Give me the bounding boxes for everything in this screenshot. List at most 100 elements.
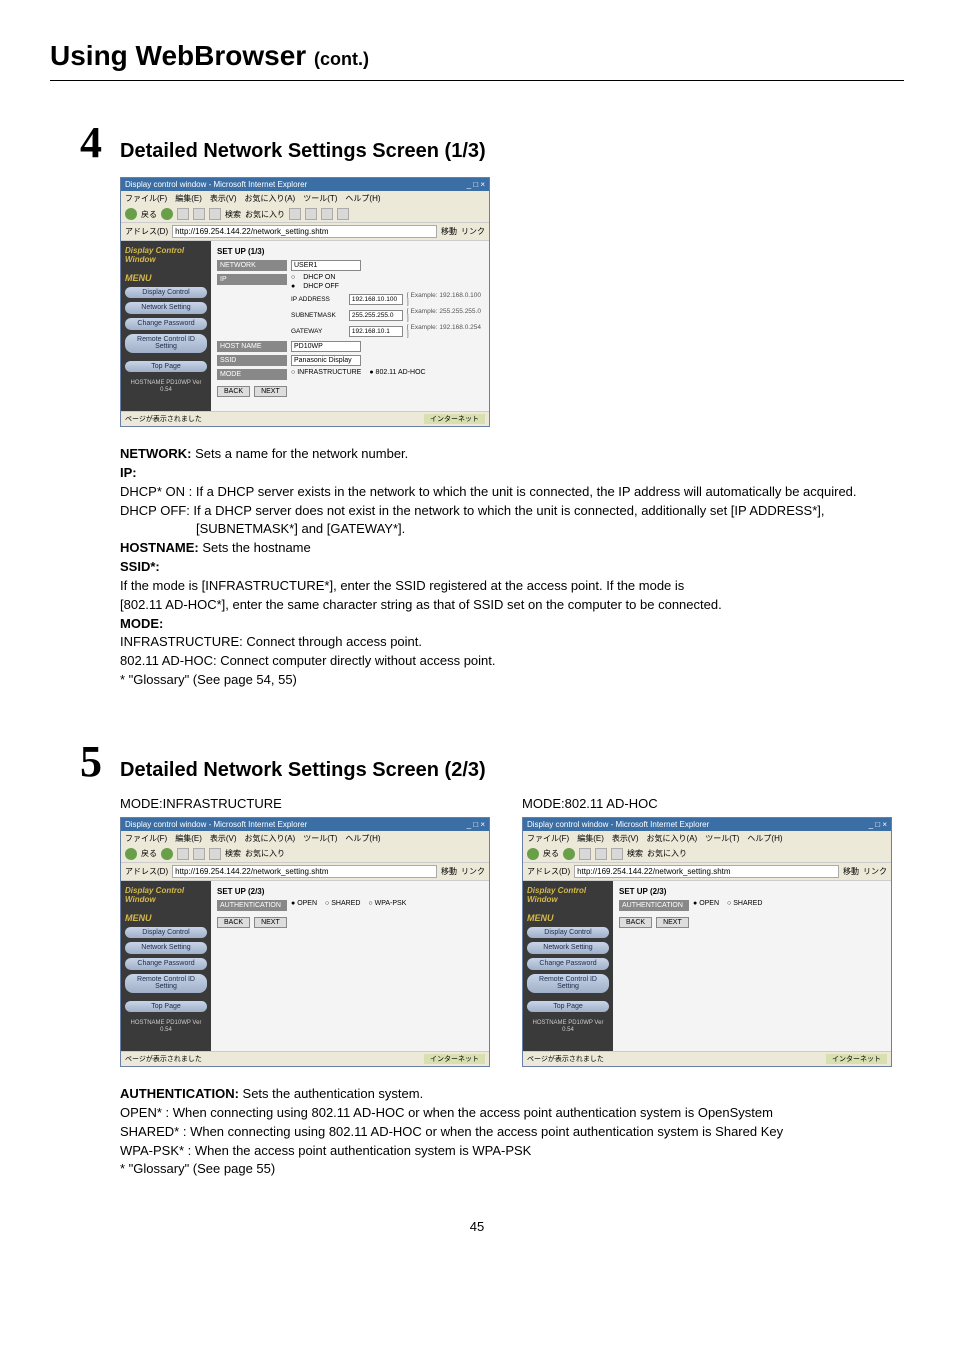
address-input[interactable]: http://169.254.144.22/network_setting.sh… (172, 865, 437, 878)
toolbar-search[interactable]: 検索 (627, 848, 643, 859)
sidebar-item-network[interactable]: Network Setting (125, 302, 207, 314)
auth-open-radio[interactable]: ● OPEN (291, 900, 317, 907)
auth-wpa-label: WPA-PSK (375, 900, 407, 907)
auth-label: AUTHENTICATION (217, 900, 287, 911)
ssid-input[interactable]: Panasonic Display (291, 355, 361, 366)
auth-open-label: OPEN (699, 900, 719, 907)
toolbar-fav[interactable]: お気に入り (647, 848, 687, 859)
go-button[interactable]: 移動 (441, 866, 457, 877)
ie-toolbar-infra: 戻る 検索お気に入り (121, 846, 489, 863)
toolbar-back[interactable]: 戻る (141, 209, 157, 220)
dhcp-off-row[interactable]: ● DHCP OFF (291, 283, 483, 290)
back-button[interactable]: BACK (217, 386, 250, 397)
row-network: NETWORK USER1 (217, 260, 483, 271)
ie-window-infra: Display control window - Microsoft Inter… (120, 817, 490, 1067)
stop-icon[interactable] (579, 848, 591, 860)
auth-open-radio[interactable]: ● OPEN (693, 900, 719, 907)
sidebar-item-top[interactable]: Top Page (125, 361, 207, 372)
ie-menubar[interactable]: ファイル(F) 編集(E) 表示(V) お気に入り(A) ツール(T) ヘルプ(… (121, 191, 489, 206)
mode-options: ○ INFRASTRUCTURE ● 802.11 AD-HOC (291, 369, 426, 376)
history-icon[interactable] (305, 208, 317, 220)
forward-icon[interactable] (161, 208, 173, 220)
network-body: Sets a name for the network number. (192, 446, 409, 461)
sidebar-item-top[interactable]: Top Page (527, 1001, 609, 1012)
sidebar-item-display[interactable]: Display Control (125, 287, 207, 299)
home-icon[interactable] (209, 848, 221, 860)
forward-icon[interactable] (563, 848, 575, 860)
dhcp-on-label: DHCP ON (303, 274, 335, 281)
back-button[interactable]: BACK (217, 917, 250, 928)
next-button[interactable]: NEXT (656, 917, 689, 928)
go-button[interactable]: 移動 (843, 866, 859, 877)
address-input[interactable]: http://169.254.144.22/network_setting.sh… (172, 225, 437, 238)
address-input[interactable]: http://169.254.144.22/network_setting.sh… (574, 865, 839, 878)
window-title-infra: Display control window - Microsoft Inter… (125, 820, 307, 829)
row-mode: MODE ○ INFRASTRUCTURE ● 802.11 AD-HOC (217, 369, 483, 380)
mode-term: MODE: (120, 616, 163, 631)
step5-number: 5 (80, 740, 102, 784)
sidebar-item-remote[interactable]: Remote Control ID Setting (125, 334, 207, 353)
subnet-input[interactable]: 255.255.255.0 (349, 310, 403, 321)
dhcp-on-row[interactable]: ○ DHCP ON (291, 274, 483, 281)
refresh-icon[interactable] (193, 848, 205, 860)
mail-icon[interactable] (321, 208, 333, 220)
gateway-row: GATEWAY192.168.10.1[ Example: 192.168.0.… (291, 324, 483, 338)
sidebar-item-remote[interactable]: Remote Control ID Setting (527, 974, 609, 993)
auth-shared-radio[interactable]: ○ SHARED (727, 900, 762, 907)
back-icon[interactable] (125, 208, 137, 220)
ipaddress-row: IP ADDRESS192.168.10.100[ Example: 192.1… (291, 292, 483, 306)
gateway-input[interactable]: 192.168.10.1 (349, 326, 403, 337)
ipaddress-input[interactable]: 192.168.10.100 (349, 294, 403, 305)
back-button[interactable]: BACK (619, 917, 652, 928)
next-button[interactable]: NEXT (254, 917, 287, 928)
home-icon[interactable] (611, 848, 623, 860)
home-icon[interactable] (209, 208, 221, 220)
sidebar-item-network[interactable]: Network Setting (125, 942, 207, 954)
sidebar-item-remote[interactable]: Remote Control ID Setting (125, 974, 207, 993)
sidebar-item-top[interactable]: Top Page (125, 1001, 207, 1012)
toolbar-back[interactable]: 戻る (543, 848, 559, 859)
auth-shared-radio[interactable]: ○ SHARED (325, 900, 360, 907)
stop-icon[interactable] (177, 848, 189, 860)
sidebar-item-password[interactable]: Change Password (125, 318, 207, 330)
auth-wpa-radio[interactable]: ○ WPA-PSK (368, 900, 406, 907)
sidebar-item-display[interactable]: Display Control (527, 927, 609, 939)
adhoc-label: MODE:802.11 AD-HOC (522, 796, 904, 811)
status-zone: インターネット (826, 1054, 887, 1064)
ie-content: Display Control Window MENU Display Cont… (121, 241, 489, 411)
sidebar-item-password[interactable]: Change Password (527, 958, 609, 970)
network-input[interactable]: USER1 (291, 260, 361, 271)
toolbar-fav[interactable]: お気に入り (245, 848, 285, 859)
forward-icon[interactable] (161, 848, 173, 860)
hostname-input[interactable]: PD10WP (291, 341, 361, 352)
ssid-body1: If the mode is [INFRASTRUCTURE*], enter … (120, 577, 874, 596)
sidebar-item-display[interactable]: Display Control (125, 927, 207, 939)
sidebar-item-network[interactable]: Network Setting (527, 942, 609, 954)
refresh-icon[interactable] (193, 208, 205, 220)
go-button[interactable]: 移動 (441, 226, 457, 237)
title-main: Using WebBrowser (50, 40, 306, 71)
ie-menubar-infra[interactable]: ファイル(F) 編集(E) 表示(V) お気に入り(A) ツール(T) ヘルプ(… (121, 831, 489, 846)
row-hostname: HOST NAME PD10WP (217, 341, 483, 352)
ssid-term: SSID*: (120, 559, 160, 574)
toolbar-search[interactable]: 検索 (225, 209, 241, 220)
print-icon[interactable] (337, 208, 349, 220)
back-icon[interactable] (527, 848, 539, 860)
stop-icon[interactable] (177, 208, 189, 220)
ip-term: IP: (120, 465, 137, 480)
toolbar-fav[interactable]: お気に入り (245, 209, 285, 220)
toolbar-search[interactable]: 検索 (225, 848, 241, 859)
ie-window-step4: Display control window - Microsoft Inter… (120, 177, 490, 427)
step5-screenshots: MODE:INFRASTRUCTURE Display control wind… (120, 796, 904, 1067)
sidebar-item-password[interactable]: Change Password (125, 958, 207, 970)
refresh-icon[interactable] (595, 848, 607, 860)
ipaddress-label: IP ADDRESS (291, 296, 345, 303)
step4-description: NETWORK: Sets a name for the network num… (120, 445, 874, 690)
next-button[interactable]: NEXT (254, 386, 287, 397)
media-icon[interactable] (289, 208, 301, 220)
mode-infra-radio[interactable]: ○ INFRASTRUCTURE (291, 369, 361, 376)
toolbar-back[interactable]: 戻る (141, 848, 157, 859)
mode-adhoc-radio[interactable]: ● 802.11 AD-HOC (369, 369, 425, 376)
ie-menubar-adhoc[interactable]: ファイル(F) 編集(E) 表示(V) お気に入り(A) ツール(T) ヘルプ(… (523, 831, 891, 846)
back-icon[interactable] (125, 848, 137, 860)
